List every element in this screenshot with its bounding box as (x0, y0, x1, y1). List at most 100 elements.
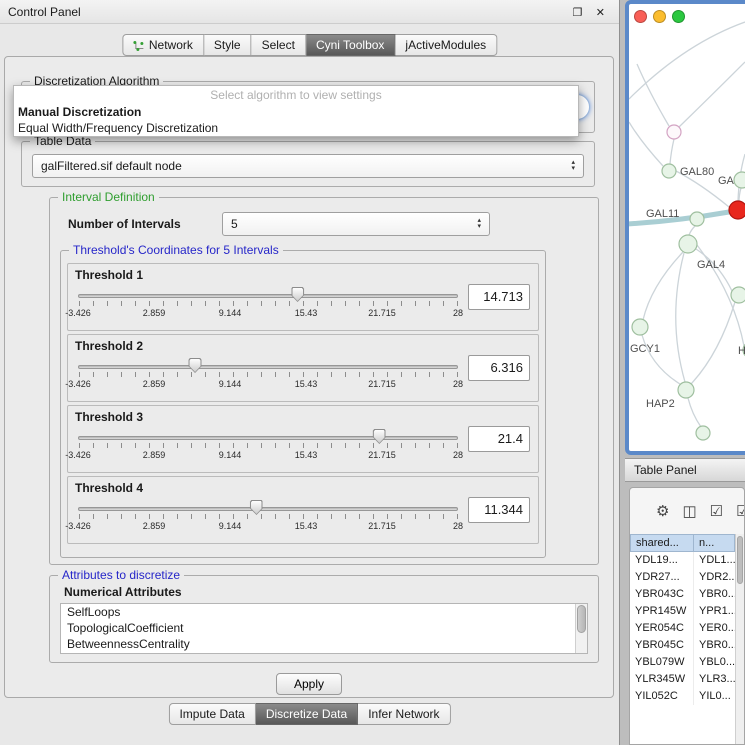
threshold-value-field[interactable]: 11.344 (468, 497, 530, 523)
threshold-value-field[interactable]: 14.713 (468, 284, 530, 310)
tab-select[interactable]: Select (252, 34, 306, 56)
select-rows-icon[interactable]: ☑ (710, 504, 723, 519)
close-icon[interactable]: ✕ (596, 7, 605, 19)
threshold-value-field[interactable]: 21.4 (468, 426, 530, 452)
cell-name: YDR2... (694, 569, 735, 586)
network-edge[interactable] (629, 122, 663, 166)
threshold-panel: Threshold 4-3.4262.8599.14415.4321.71528… (67, 476, 539, 544)
slider-track[interactable] (78, 436, 458, 440)
slider-track[interactable] (78, 365, 458, 369)
network-node-gal4[interactable] (679, 235, 697, 253)
slider-thumb[interactable] (373, 429, 386, 444)
network-edge[interactable] (739, 188, 741, 202)
threshold-slider[interactable]: -3.4262.8599.14415.4321.71528 (76, 335, 460, 401)
network-node[interactable] (696, 426, 710, 440)
network-node-gcy1[interactable] (632, 319, 648, 335)
network-node[interactable] (667, 125, 681, 139)
table-row[interactable]: YBR043CYBR0... (630, 586, 735, 603)
tab-label: Infer Network (368, 707, 439, 721)
tab-style[interactable]: Style (204, 34, 252, 56)
table-row[interactable]: YDL19...YDL1... (630, 552, 735, 569)
attribute-list-item[interactable]: TopologicalCoefficient (61, 620, 587, 636)
tab-jactivemodules[interactable]: jActiveModules (395, 34, 497, 56)
application-root: Control Panel ❐ ✕ NetworkStyleSelectCyni… (0, 0, 745, 745)
table-row[interactable]: YER054CYER0... (630, 620, 735, 637)
slider-track[interactable] (78, 507, 458, 511)
network-node-gal11[interactable] (690, 212, 704, 226)
settings-gear-icon[interactable]: ⚙ (656, 504, 669, 519)
network-node-ga[interactable] (734, 172, 745, 188)
tab-cyni-toolbox[interactable]: Cyni Toolbox (306, 34, 395, 56)
scrollbar-thumb[interactable] (577, 605, 586, 633)
attributes-group: Attributes to discretize Numerical Attri… (49, 575, 599, 663)
window-controls: ❐ ✕ (563, 0, 605, 25)
network-edge[interactable] (670, 139, 674, 164)
table-row[interactable]: YPR145WYPR1... (630, 603, 735, 620)
network-edge[interactable] (689, 226, 695, 235)
node-label: GAL11 (646, 208, 679, 220)
threshold-value-field[interactable]: 6.316 (468, 355, 530, 381)
network-edge[interactable] (688, 398, 701, 427)
apply-button[interactable]: Apply (276, 673, 342, 695)
combo-stepper-icon: ▴ ▾ (571, 160, 575, 172)
table-panel: ⚙ ◫ ☑ ☑ shared... n... YDL19...YDL1...YDR27… (629, 487, 745, 745)
slider-thumb[interactable] (291, 287, 304, 302)
cell-shared-name: YBR043C (630, 586, 694, 603)
network-edge[interactable] (643, 252, 683, 320)
column-header-name[interactable]: n... (694, 534, 735, 552)
slider-thumb[interactable] (189, 358, 202, 373)
table-row[interactable]: YBL079WYBL0... (630, 654, 735, 671)
algorithm-option-equal-width-frequency[interactable]: Equal Width/Frequency Discretization (14, 120, 578, 136)
threshold-slider[interactable]: -3.4262.8599.14415.4321.71528 (76, 477, 460, 543)
slider-thumb-face (292, 288, 303, 301)
network-edge[interactable] (676, 253, 685, 382)
control-panel-titlebar: Control Panel ❐ ✕ (0, 0, 619, 24)
network-node-gal80[interactable] (662, 164, 676, 178)
tab-discretize-data[interactable]: Discretize Data (256, 703, 358, 725)
tab-impute-data[interactable]: Impute Data (168, 703, 255, 725)
scrollbar-thumb[interactable] (737, 536, 743, 584)
slider-scale-label: -3.426 (65, 379, 91, 389)
network-node[interactable] (731, 287, 745, 303)
table-row[interactable]: YBR045CYBR0... (630, 637, 735, 654)
attribute-list-item[interactable]: SelfLoops (61, 604, 587, 620)
scrollbar[interactable] (575, 604, 587, 653)
column-header-shared-name[interactable]: shared... (630, 534, 694, 552)
float-window-icon[interactable]: ❐ (572, 7, 582, 19)
attributes-group-title: Attributes to discretize (58, 568, 184, 582)
tab-network[interactable]: Network (122, 34, 204, 56)
select-all-icon[interactable]: ☑ (736, 504, 745, 519)
table-row[interactable]: YLR345WYLR3... (630, 671, 735, 688)
scrollbar[interactable] (735, 534, 744, 744)
slider-track[interactable] (78, 294, 458, 298)
threshold-slider[interactable]: -3.4262.8599.14415.4321.71528 (76, 406, 460, 472)
threshold-slider[interactable]: -3.4262.8599.14415.4321.71528 (76, 264, 460, 330)
slider-scale-label: 28 (453, 379, 463, 389)
mac-close-icon[interactable] (634, 10, 647, 23)
node-label: GAL4 (697, 259, 725, 271)
table-row[interactable]: YDR27...YDR2... (630, 569, 735, 586)
network-node[interactable] (729, 201, 745, 219)
thresholds-group: Threshold's Coordinates for 5 Intervals … (60, 250, 546, 558)
network-edge[interactable] (691, 302, 735, 384)
network-edge[interactable] (629, 22, 745, 99)
network-edge[interactable] (637, 64, 669, 126)
slider-thumb[interactable] (250, 500, 263, 515)
mac-zoom-icon[interactable] (672, 10, 685, 23)
tab-infer-network[interactable]: Infer Network (358, 703, 450, 725)
network-node-hap2[interactable] (678, 382, 694, 398)
network-canvas[interactable]: GAL80GAGAL11GAL4GCY1HHAP2 (629, 4, 745, 451)
threshold-panel: Threshold 2-3.4262.8599.14415.4321.71528… (67, 334, 539, 402)
table-row[interactable]: YIL052CYIL0... (630, 688, 735, 705)
table-data-combo[interactable]: galFiltered.sif default node ▴ ▾ (32, 154, 584, 178)
network-view-frame[interactable]: GAL80GAGAL11GAL4GCY1HHAP2 (625, 0, 745, 455)
network-edge[interactable] (679, 62, 745, 127)
attribute-list-item[interactable]: BetweennessCentrality (61, 636, 587, 652)
algorithm-option-manual-discretization[interactable]: Manual Discretization (14, 104, 578, 120)
cell-name: YBR0... (694, 586, 735, 603)
mac-traffic-lights (634, 10, 685, 23)
number-of-intervals-combo[interactable]: 5 ▴ ▾ (222, 212, 490, 236)
mac-minimize-icon[interactable] (653, 10, 666, 23)
table-panel-header[interactable]: Table Panel (625, 458, 745, 482)
show-columns-icon[interactable]: ◫ (682, 504, 696, 519)
